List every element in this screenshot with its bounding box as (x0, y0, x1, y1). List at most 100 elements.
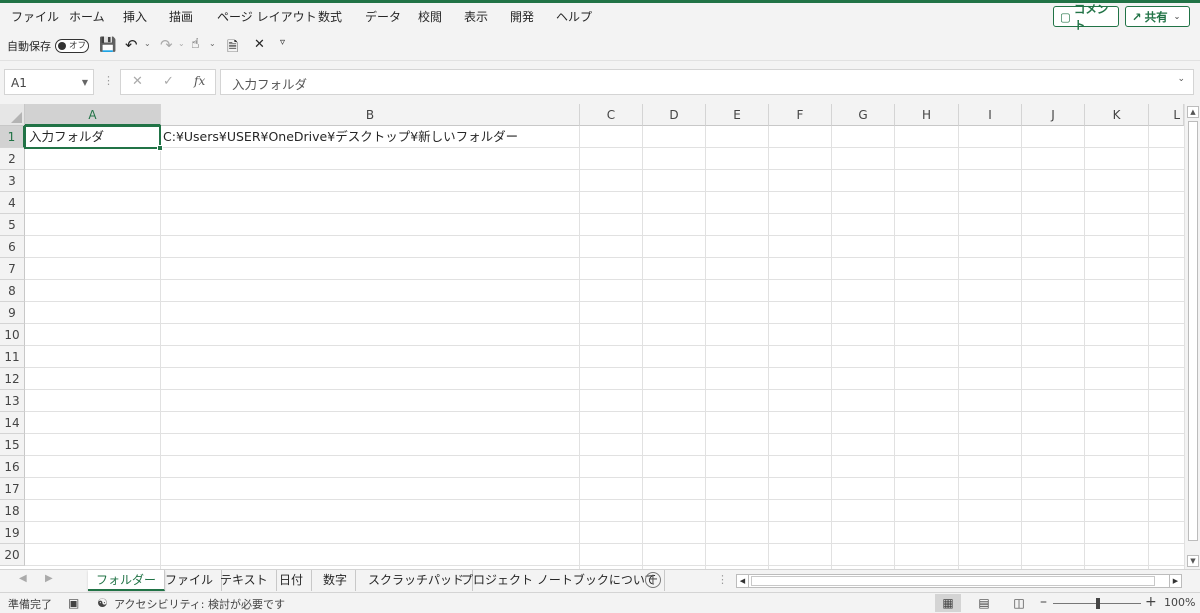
row-header-6[interactable]: 6 (0, 236, 25, 258)
zoom-slider-thumb[interactable] (1096, 598, 1100, 609)
zoom-level[interactable]: 100% (1164, 596, 1195, 609)
column-header-c[interactable]: C (580, 104, 643, 126)
print-preview-icon[interactable]: 🗎 (227, 36, 238, 60)
name-box-dropdown-icon[interactable]: ▼ (82, 78, 88, 87)
scroll-right-icon[interactable]: ▶ (1169, 575, 1181, 587)
row-header-11[interactable]: 11 (0, 346, 25, 368)
column-header-d[interactable]: D (643, 104, 706, 126)
fill-handle[interactable] (157, 145, 163, 151)
share-button[interactable]: ↗ 共有 ⌄ (1125, 6, 1190, 27)
row-header-2[interactable]: 2 (0, 148, 25, 170)
tab-review[interactable]: 校閲 (418, 8, 442, 25)
touch-dropdown-icon[interactable]: ⌄ (209, 39, 216, 48)
tab-file[interactable]: ファイル (11, 8, 59, 25)
row-header-3[interactable]: 3 (0, 170, 25, 192)
row-header-14[interactable]: 14 (0, 412, 25, 434)
expand-formula-icon[interactable]: ⌄ (1177, 74, 1185, 84)
vertical-scrollbar[interactable]: ▲ ▼ (1184, 104, 1200, 569)
column-header-h[interactable]: H (895, 104, 959, 126)
row-header-12[interactable]: 12 (0, 368, 25, 390)
horizontal-scroll-thumb[interactable] (751, 576, 1155, 586)
sheet-tab-date[interactable]: 日付 (271, 570, 313, 591)
cancel-icon[interactable]: ✕ (132, 74, 143, 89)
normal-view-icon[interactable]: ▦ (935, 594, 961, 612)
page-break-preview-icon[interactable]: ◫ (1006, 594, 1032, 612)
row-header-17[interactable]: 17 (0, 478, 25, 500)
gridline (25, 257, 1184, 258)
add-sheet-icon[interactable]: + (645, 572, 661, 588)
sheet-tab-text[interactable]: テキスト (212, 570, 277, 591)
row-header-1[interactable]: 1 (0, 126, 25, 148)
enter-icon[interactable]: ✓ (163, 74, 174, 89)
gridline (25, 521, 1184, 522)
vertical-scroll-thumb[interactable] (1188, 121, 1198, 541)
column-header-a[interactable]: A (25, 104, 161, 126)
redo-dropdown-icon[interactable]: ⌄ (178, 39, 185, 48)
gridline (25, 543, 1184, 544)
zoom-out-icon[interactable]: – (1040, 594, 1047, 610)
tab-data[interactable]: データ (365, 8, 401, 25)
column-header-i[interactable]: I (959, 104, 1022, 126)
row-header-10[interactable]: 10 (0, 324, 25, 346)
customize-qat-icon[interactable]: ▿ (280, 37, 285, 48)
prev-sheet-icon[interactable]: ◀ (19, 573, 27, 584)
tab-developer[interactable]: 開発 (510, 8, 534, 25)
row-header-13[interactable]: 13 (0, 390, 25, 412)
page-layout-view-icon[interactable]: ▤ (971, 594, 997, 612)
comment-button[interactable]: ▢ コメント (1053, 2, 1119, 32)
cell-b1[interactable]: C:¥Users¥USER¥OneDrive¥デスクトップ¥新しいフォルダー (163, 126, 518, 148)
row-header-19[interactable]: 19 (0, 522, 25, 544)
column-header-b[interactable]: B (161, 104, 580, 126)
tab-splitter-icon[interactable]: ⋮ (717, 573, 728, 586)
horizontal-scrollbar[interactable]: ◀ ▶ (736, 574, 1182, 588)
next-sheet-icon[interactable]: ▶ (45, 573, 53, 584)
accessibility-icon[interactable]: ☯ (97, 596, 108, 610)
row-header-8[interactable]: 8 (0, 280, 25, 302)
tab-insert[interactable]: 挿入 (123, 8, 147, 25)
comment-button-label: コメント (1073, 1, 1109, 32)
row-header-16[interactable]: 16 (0, 456, 25, 478)
save-icon[interactable]: 💾 (99, 37, 116, 53)
column-header-g[interactable]: G (832, 104, 895, 126)
column-header-k[interactable]: K (1085, 104, 1149, 126)
tab-draw[interactable]: 描画 (169, 8, 193, 25)
sheet-tab-about-notebook[interactable]: プロジェクト ノートブックについて (453, 570, 666, 591)
row-header-5[interactable]: 5 (0, 214, 25, 236)
redo-icon[interactable]: ↷ (160, 36, 173, 54)
touch-mode-icon[interactable]: ☝ (191, 36, 200, 52)
row-header-9[interactable]: 9 (0, 302, 25, 324)
undo-dropdown-icon[interactable]: ⌄ (144, 39, 151, 48)
tab-home[interactable]: ホーム (69, 8, 105, 25)
sheet-tab-number[interactable]: 数字 (315, 570, 357, 591)
tab-page-layout[interactable]: ページ レイアウト (217, 8, 317, 25)
scroll-down-icon[interactable]: ▼ (1187, 555, 1199, 567)
scroll-left-icon[interactable]: ◀ (737, 575, 749, 587)
worksheet-grid[interactable]: A B C D E F G H I J K L 1 2 3 4 5 6 7 8 … (0, 104, 1184, 569)
scroll-up-icon[interactable]: ▲ (1187, 106, 1199, 118)
row-header-20[interactable]: 20 (0, 544, 25, 566)
select-all-button[interactable] (0, 104, 25, 126)
zoom-in-icon[interactable]: + (1145, 594, 1157, 610)
tab-view[interactable]: 表示 (464, 8, 488, 25)
close-icon[interactable]: ✕ (254, 37, 265, 52)
row-header-15[interactable]: 15 (0, 434, 25, 456)
more-options-icon[interactable]: ⋮ (103, 74, 114, 87)
name-box[interactable]: A1 ▼ (4, 69, 94, 95)
row-header-18[interactable]: 18 (0, 500, 25, 522)
insert-function-icon[interactable]: fx (194, 74, 205, 88)
formula-input[interactable]: 入力フォルダ ⌄ (220, 69, 1194, 95)
column-header-l[interactable]: L (1149, 104, 1184, 126)
row-header-7[interactable]: 7 (0, 258, 25, 280)
sheet-tab-folder[interactable]: フォルダー (88, 570, 166, 591)
row-header-4[interactable]: 4 (0, 192, 25, 214)
column-header-f[interactable]: F (769, 104, 832, 126)
tab-help[interactable]: ヘルプ (556, 8, 592, 25)
macro-recorder-icon[interactable]: ▣ (68, 596, 79, 610)
autosave-toggle[interactable]: オフ (55, 39, 89, 53)
column-header-j[interactable]: J (1022, 104, 1085, 126)
gridline (25, 455, 1184, 456)
column-header-e[interactable]: E (706, 104, 769, 126)
accessibility-status[interactable]: アクセシビリティ: 検討が必要です (114, 596, 285, 612)
tab-formulas[interactable]: 数式 (318, 8, 342, 25)
undo-icon[interactable]: ↶ (125, 36, 138, 54)
